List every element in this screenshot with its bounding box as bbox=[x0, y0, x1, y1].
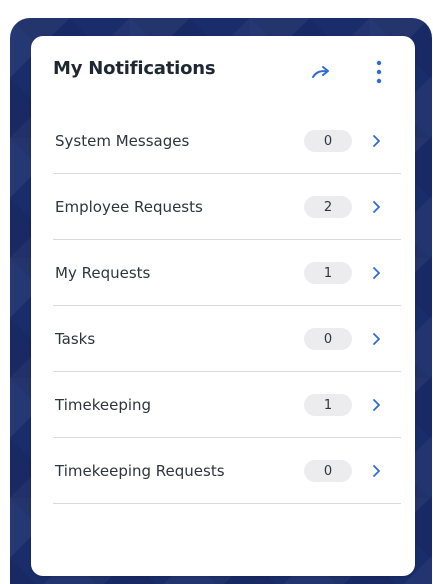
arrow-right-icon bbox=[312, 66, 329, 78]
notification-count-badge: 1 bbox=[304, 394, 352, 416]
notification-row-tasks[interactable]: Tasks 0 bbox=[53, 306, 401, 372]
notification-row-system-messages[interactable]: System Messages 0 bbox=[53, 108, 401, 174]
chevron-right-icon bbox=[370, 395, 382, 415]
card-header: My Notifications bbox=[31, 36, 415, 108]
chevron-right-icon bbox=[370, 197, 382, 217]
notification-row-employee-requests[interactable]: Employee Requests 2 bbox=[53, 174, 401, 240]
notifications-card: My Notifications System Messages 0 Emplo… bbox=[31, 36, 415, 576]
notification-label: Timekeeping Requests bbox=[55, 462, 225, 480]
notification-label: System Messages bbox=[55, 132, 190, 150]
notification-label: Timekeeping bbox=[55, 396, 152, 414]
notification-list: System Messages 0 Employee Requests 2 My… bbox=[53, 108, 401, 504]
notification-count-badge: 2 bbox=[304, 196, 352, 218]
open-notifications-button[interactable] bbox=[305, 58, 337, 86]
notification-row-my-requests[interactable]: My Requests 1 bbox=[53, 240, 401, 306]
more-vertical-icon bbox=[376, 60, 382, 84]
card-title: My Notifications bbox=[53, 58, 216, 79]
notification-row-timekeeping-requests[interactable]: Timekeeping Requests 0 bbox=[53, 438, 401, 504]
chevron-right-icon bbox=[370, 329, 382, 349]
notification-label: My Requests bbox=[55, 264, 151, 282]
chevron-right-icon bbox=[370, 131, 382, 151]
chevron-right-icon bbox=[370, 461, 382, 481]
notification-label: Employee Requests bbox=[55, 198, 203, 216]
notification-count-badge: 0 bbox=[304, 130, 352, 152]
notification-label: Tasks bbox=[55, 330, 96, 348]
notification-count-badge: 0 bbox=[304, 460, 352, 482]
notification-row-timekeeping[interactable]: Timekeeping 1 bbox=[53, 372, 401, 438]
chevron-right-icon bbox=[370, 263, 382, 283]
more-options-button[interactable] bbox=[367, 56, 391, 88]
notification-count-badge: 0 bbox=[304, 328, 352, 350]
notification-count-badge: 1 bbox=[304, 262, 352, 284]
